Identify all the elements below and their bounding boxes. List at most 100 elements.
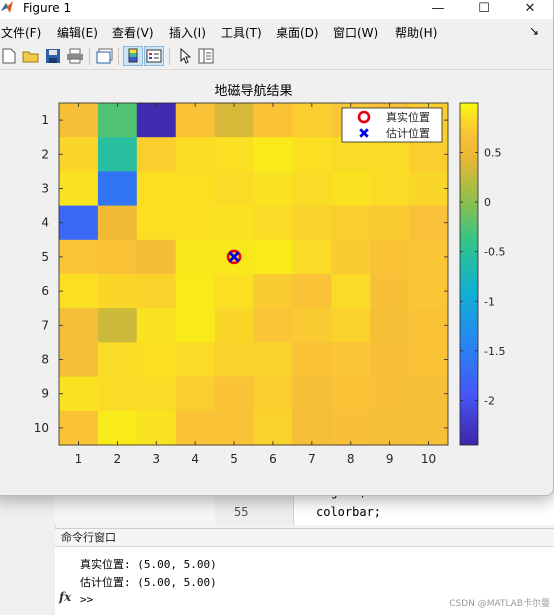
colorbar-toggle-button[interactable] [123, 46, 143, 66]
print-button[interactable] [65, 46, 85, 66]
title-bar[interactable]: Figure 1 — ☐ ✕ [0, 0, 553, 19]
heatmap-cell [97, 103, 138, 138]
matlab-logo-icon [1, 1, 13, 13]
line-number: 55 [234, 505, 249, 519]
heatmap-cell [409, 376, 449, 412]
window-title: Figure 1 [23, 1, 72, 15]
heatmap-cell [214, 376, 254, 412]
heatmap-cell [292, 103, 332, 138]
heatmap-cell [136, 103, 177, 138]
pointer-arrow-icon [180, 48, 191, 64]
close-button[interactable]: ✕ [507, 0, 553, 19]
heatmap-cell [59, 274, 99, 309]
command-window-title: 命令行窗口 [55, 529, 554, 547]
heatmap-cell [292, 205, 332, 241]
heatmap-cell [59, 171, 99, 207]
watermark: CSDN @MATLAB卡尔曼 [449, 599, 550, 609]
toolbar [0, 44, 553, 70]
new-figure-button[interactable] [0, 46, 19, 66]
menu-help[interactable]: 帮助(H) [395, 24, 437, 41]
heatmap-cell [214, 205, 254, 241]
y-tick-label: 6 [41, 284, 49, 298]
code-line[interactable]: colorbar; [316, 505, 381, 519]
heatmap-cell [370, 308, 410, 343]
menu-window[interactable]: 窗口(W) [333, 24, 378, 41]
heatmap-cell [331, 410, 371, 446]
colorbar-tick-label: 0.5 [484, 147, 502, 160]
x-tick-label: 10 [421, 452, 436, 466]
minimize-button[interactable]: — [415, 0, 461, 19]
menu-view[interactable]: 查看(V) [112, 24, 154, 41]
heatmap-cell [370, 274, 410, 309]
figure-canvas[interactable]: 地磁导航结果 1 2 3 4 5 6 7 8 9 10 1 2 3 4 5 6 7 8 9 10 真实位置 估计位置 … [0, 70, 553, 495]
heatmap-cell [97, 171, 138, 207]
heatmap-plot[interactable]: 地磁导航结果 1 2 3 4 5 6 7 8 9 10 12345678910 真实位置估计位置 … [0, 70, 553, 495]
open-file-button[interactable] [21, 46, 41, 66]
x-tick-label: 7 [308, 452, 316, 466]
x-tick-label: 6 [269, 452, 277, 466]
heatmap-cell [253, 137, 293, 172]
x-tick-label: 9 [386, 452, 394, 466]
fx-icon[interactable]: fx [59, 590, 71, 604]
heatmap-cell [253, 376, 293, 412]
menu-edit[interactable]: 编辑(E) [57, 24, 98, 41]
y-tick-label: 10 [34, 421, 49, 435]
heatmap-cell [97, 239, 138, 275]
command-output-line: 真实位置: (5.00, 5.00) [80, 558, 217, 571]
x-tick-label: 8 [347, 452, 355, 466]
menu-tools[interactable]: 工具(T) [221, 24, 262, 41]
print-icon [67, 48, 83, 64]
heatmap-cell [175, 410, 216, 446]
heatmap-cell [370, 410, 410, 446]
left-panel-strip [0, 495, 56, 614]
heatmap-cell [370, 137, 410, 172]
heatmap-cells [59, 103, 449, 446]
heatmap-cell [136, 205, 177, 241]
heatmap-cell [253, 171, 293, 207]
heatmap-cell [97, 137, 138, 172]
heatmap-cell [175, 274, 216, 309]
colorbar-tick-label: -1 [484, 295, 495, 308]
heatmap-cell [253, 308, 293, 343]
heatmap-cell [214, 137, 254, 172]
toolbar-separator [118, 48, 119, 65]
heatmap-cell [136, 376, 177, 412]
toolbar-separator [169, 48, 170, 65]
heatmap-cell [292, 137, 332, 172]
link-plot-icon [96, 48, 113, 64]
heatmap-cell [331, 376, 371, 412]
colorbar[interactable] [459, 102, 479, 446]
heatmap-cell [175, 137, 216, 172]
menu-insert[interactable]: 插入(I) [169, 24, 206, 41]
heatmap-cell [292, 171, 332, 207]
heatmap-cell [214, 308, 254, 343]
legend-box[interactable]: 真实位置估计位置 [341, 107, 443, 143]
heatmap-cell [409, 205, 449, 241]
command-prompt[interactable]: >> [80, 593, 93, 606]
y-tick-label: 5 [41, 250, 49, 264]
dock-arrow-icon[interactable]: ↘ [529, 24, 539, 38]
maximize-icon: ☐ [478, 0, 490, 16]
y-tick-label: 1 [41, 113, 49, 127]
pointer-button[interactable] [175, 46, 195, 66]
save-icon [46, 49, 60, 63]
legend-toggle-button[interactable] [144, 46, 164, 66]
heatmap-cell [59, 239, 99, 275]
property-inspector-button[interactable] [196, 46, 216, 66]
heatmap-cell [370, 205, 410, 241]
heatmap-cell [59, 137, 99, 172]
figure-window: Figure 1 — ☐ ✕ 文件(F) 编辑(E) 查看(V) 插入(I) 工… [0, 0, 554, 496]
heatmap-cell [136, 274, 177, 309]
link-plot-button[interactable] [95, 46, 115, 66]
legend-toggle-icon [146, 49, 162, 63]
save-button[interactable] [43, 46, 63, 66]
colorbar-tick-label: -0.5 [484, 246, 505, 259]
heatmap-cell [409, 171, 449, 207]
menu-file[interactable]: 文件(F) [1, 24, 41, 41]
maximize-button[interactable]: ☐ [461, 0, 507, 19]
y-tick-label: 4 [41, 216, 49, 230]
heatmap-cell [253, 274, 293, 309]
minimize-icon: — [431, 0, 445, 16]
command-output-line: 估计位置: (5.00, 5.00) [80, 576, 217, 589]
menu-desktop[interactable]: 桌面(D) [276, 24, 319, 41]
